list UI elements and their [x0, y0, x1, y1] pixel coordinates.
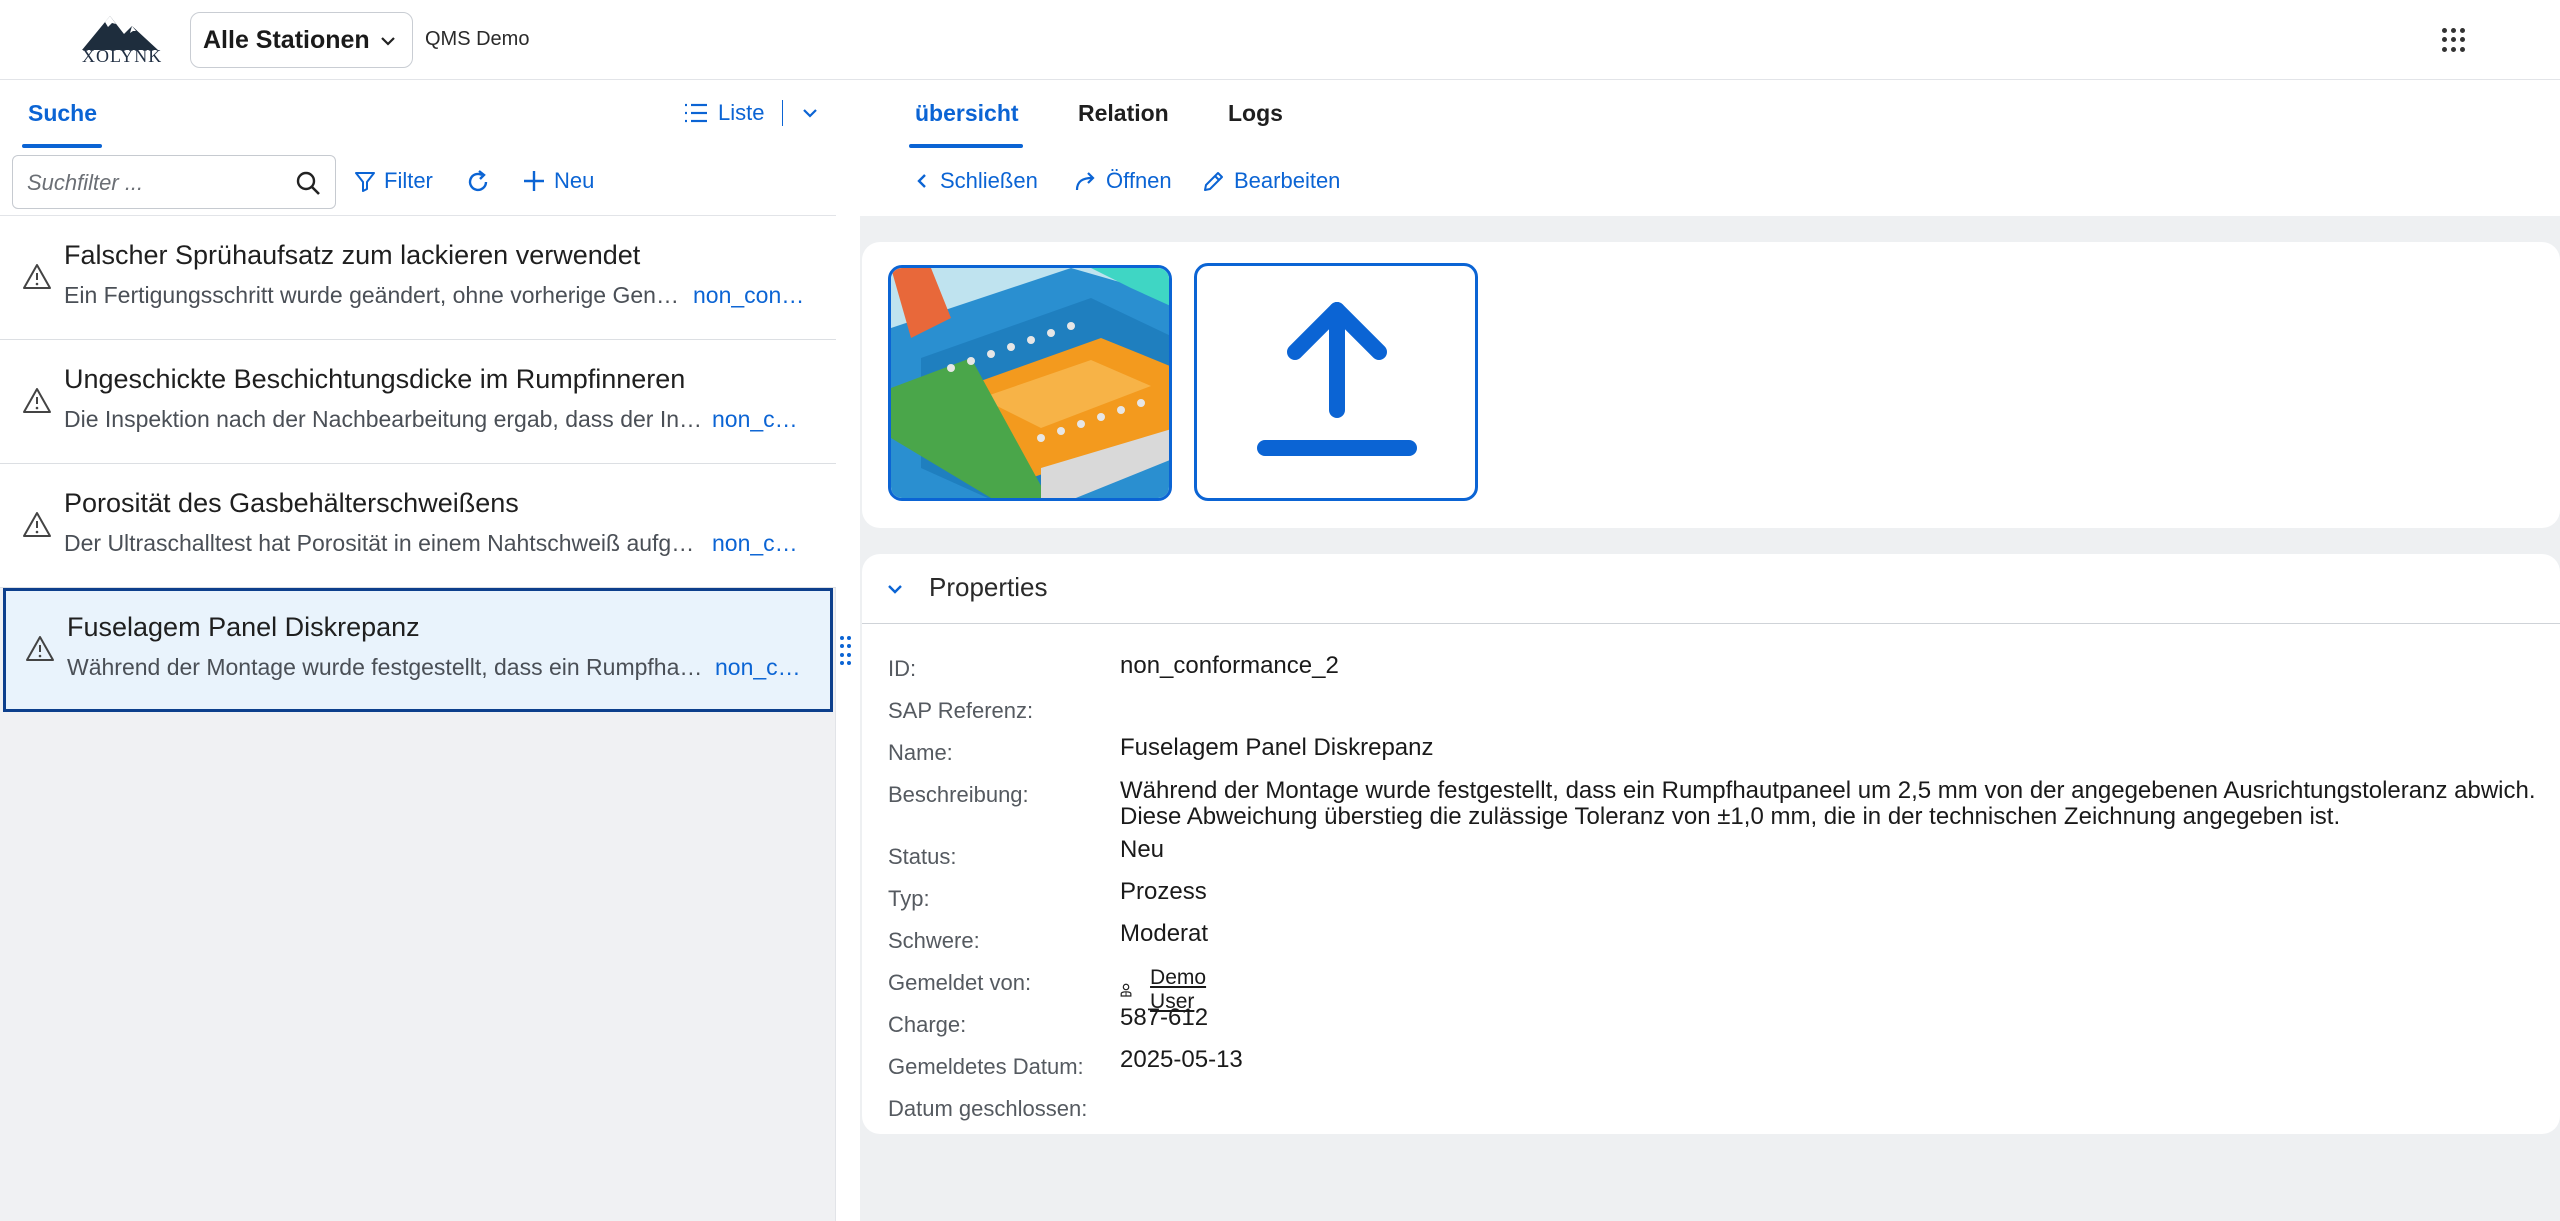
- property-value: Während der Montage wurde festgestellt, …: [1120, 777, 2536, 830]
- close-label: Schließen: [940, 168, 1038, 193]
- chevron-down-icon: [381, 37, 395, 46]
- edit-label: Bearbeiten: [1234, 168, 1341, 193]
- list-item[interactable]: Ungeschickte Beschichtungsdicke im Rumpf…: [0, 340, 836, 464]
- search-field[interactable]: [12, 155, 336, 209]
- open-button[interactable]: Öffnen: [1074, 168, 1172, 194]
- list-item[interactable]: Falscher Sprühaufsatz zum lackieren verw…: [0, 216, 836, 340]
- edit-button[interactable]: Bearbeiten: [1202, 168, 1340, 194]
- refresh-button[interactable]: [464, 168, 492, 196]
- pencil-icon: [1204, 172, 1223, 191]
- tab-logs[interactable]: Logs: [1228, 100, 1283, 127]
- filter-label: Filter: [384, 168, 433, 193]
- property-label: Charge:: [888, 1012, 967, 1037]
- item-title: Ungeschickte Beschichtungsdicke im Rumpf…: [64, 364, 686, 394]
- item-id: non_conformance_3: [712, 530, 800, 556]
- tab-relation[interactable]: Relation: [1078, 100, 1169, 127]
- property-value: 2025-05-13: [1120, 1046, 1243, 1073]
- property-value: Fuselagem Panel Diskrepanz: [1120, 734, 1434, 761]
- cad-model-image: [891, 268, 1169, 498]
- search-input[interactable]: [27, 168, 287, 198]
- warning-icon: [23, 512, 51, 537]
- panel-resize-handle[interactable]: [840, 636, 854, 666]
- divider: [782, 100, 784, 126]
- item-id: non_conformance_4: [712, 406, 800, 432]
- property-label: Gemeldetes Datum:: [888, 1054, 1084, 1079]
- properties-card: Properties ID: non_conformance_2 SAP Ref…: [862, 554, 2560, 1134]
- active-tab-indicator: [909, 144, 1023, 148]
- property-label: Gemeldet von:: [888, 970, 1032, 995]
- item-description: Die Inspektion nach der Nachbearbeitung …: [64, 406, 706, 432]
- item-id: non_conformance_2: [715, 654, 803, 680]
- attachment-thumbnail[interactable]: [888, 265, 1172, 501]
- warning-icon: [23, 388, 51, 413]
- property-label: Status:: [888, 844, 957, 869]
- property-label: SAP Referenz:: [888, 698, 1034, 723]
- property-value: Prozess: [1120, 878, 1207, 905]
- property-label: Datum geschlossen:: [888, 1096, 1088, 1121]
- share-arrow-icon: [1075, 172, 1095, 191]
- chevron-down-icon[interactable]: [801, 104, 819, 122]
- logo-text: XOLYNK: [82, 46, 163, 66]
- property-value: non_conformance_2: [1120, 652, 1339, 679]
- item-description: Der Ultraschalltest hat Porosität in ein…: [64, 530, 706, 556]
- item-id: non_conformance_5: [693, 282, 809, 308]
- properties-header[interactable]: Properties: [862, 554, 2560, 624]
- station-select-label: Alle Stationen: [203, 25, 370, 54]
- view-label: Liste: [718, 100, 765, 125]
- search-panel: Suche Liste Suchfilter ... Filter Neu Fa…: [0, 80, 836, 1221]
- search-toolbar: Suche Liste Suchfilter ... Filter Neu: [0, 80, 836, 216]
- item-title: Porosität des Gasbehälterschweißens: [64, 488, 519, 518]
- tab-suche[interactable]: Suche: [28, 100, 97, 127]
- plus-icon: [524, 171, 544, 191]
- properties-title: Properties: [929, 572, 1048, 602]
- tab-uebersicht[interactable]: übersicht: [915, 100, 1019, 127]
- user-icon: [1120, 983, 1132, 997]
- upload-button[interactable]: [1194, 263, 1478, 501]
- property-label: Schwere:: [888, 928, 980, 953]
- property-label: Typ:: [888, 886, 930, 911]
- close-button[interactable]: Schließen: [912, 168, 1038, 194]
- property-label: ID:: [888, 656, 917, 681]
- item-title: Fuselagem Panel Diskrepanz: [67, 612, 420, 642]
- app-name: QMS Demo: [425, 28, 530, 50]
- view-switcher[interactable]: Liste: [684, 100, 819, 126]
- detail-toolbar: übersicht Relation Logs Schließen Öffnen…: [860, 80, 2560, 216]
- property-value: 587-612: [1120, 1004, 1209, 1031]
- detail-panel: übersicht Relation Logs Schließen Öffnen…: [860, 80, 2560, 1221]
- list-icon: [685, 103, 707, 123]
- chevron-left-icon: [917, 174, 926, 188]
- property-label: Name:: [888, 740, 953, 765]
- xolynk-logo[interactable]: XOLYNK: [72, 12, 168, 68]
- filter-icon: [355, 172, 375, 192]
- app-header: XOLYNK Alle Stationen QMS Demo: [0, 0, 2560, 80]
- station-select[interactable]: Alle Stationen: [190, 12, 413, 68]
- upload-icon: [1257, 302, 1417, 456]
- new-button[interactable]: Neu: [522, 168, 594, 194]
- property-value: Moderat: [1120, 920, 1209, 947]
- property-label: Beschreibung:: [888, 782, 1029, 807]
- property-value: Neu: [1120, 836, 1165, 863]
- refresh-icon: [468, 170, 488, 192]
- list-item[interactable]: Porosität des Gasbehälterschweißens Der …: [0, 464, 836, 588]
- item-title: Falscher Sprühaufsatz zum lackieren verw…: [64, 240, 641, 270]
- active-tab-indicator: [22, 144, 102, 148]
- apps-menu-icon[interactable]: [2442, 28, 2466, 52]
- item-description: Ein Fertigungsschritt wurde geändert, oh…: [64, 282, 684, 308]
- search-icon[interactable]: [295, 170, 321, 196]
- chevron-down-icon: [888, 585, 902, 594]
- filter-button[interactable]: Filter: [354, 168, 433, 194]
- list-item-selected[interactable]: Fuselagem Panel Diskrepanz Während der M…: [3, 588, 833, 712]
- open-label: Öffnen: [1106, 168, 1172, 193]
- warning-icon: [26, 636, 54, 661]
- warning-icon: [23, 264, 51, 289]
- attachments-card: [862, 242, 2560, 528]
- new-label: Neu: [554, 168, 595, 193]
- item-description: Während der Montage wurde festgestellt, …: [67, 654, 707, 680]
